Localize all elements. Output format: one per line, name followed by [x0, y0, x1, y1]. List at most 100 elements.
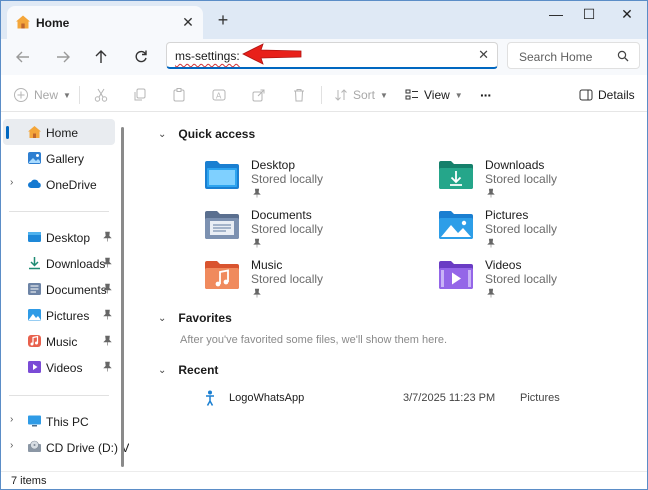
pin-icon	[103, 231, 112, 242]
sidebar-item-label: Pictures	[46, 309, 90, 323]
sidebar-item-home[interactable]: Home	[3, 119, 115, 145]
annotation-arrow-icon	[242, 43, 302, 65]
sidebar-scrollbar[interactable]	[121, 127, 124, 467]
sidebar-item-desktop[interactable]: Desktop	[3, 224, 115, 250]
chevron-right-icon[interactable]: ›	[10, 414, 13, 425]
sidebar-item-onedrive[interactable]: › OneDrive	[3, 171, 115, 197]
section-quick-access[interactable]: ⌄ Quick access	[158, 125, 255, 143]
recent-file-name: LogoWhatsApp	[229, 392, 305, 404]
view-label: View	[424, 88, 450, 102]
sidebar-item-gallery[interactable]: Gallery	[3, 145, 115, 171]
sidebar-item-label: Videos	[46, 361, 83, 375]
up-button[interactable]	[89, 45, 113, 69]
pin-icon	[103, 283, 112, 294]
copy-icon[interactable]	[132, 87, 148, 103]
table-row[interactable]: LogoWhatsApp 3/7/2025 11:23 PM Pictures	[201, 389, 641, 407]
sidebar-item-label: Gallery	[46, 152, 85, 166]
paste-icon[interactable]	[171, 87, 187, 103]
section-title: Quick access	[178, 127, 256, 141]
music-folder-icon	[205, 261, 239, 289]
chevron-right-icon[interactable]: ›	[10, 177, 13, 188]
cut-icon[interactable]	[93, 87, 109, 103]
section-recent[interactable]: ⌄ Recent	[158, 361, 218, 379]
item-name: Music	[251, 258, 283, 272]
navigation-bar: ms-settings: ✕ Search Home	[1, 39, 647, 75]
tab-home[interactable]: Home ✕	[7, 6, 203, 39]
selection-indicator	[6, 126, 9, 139]
section-title: Recent	[178, 363, 219, 377]
new-plus-icon	[14, 88, 28, 102]
clear-address-icon[interactable]: ✕	[478, 47, 489, 63]
new-tab-button[interactable]: +	[213, 11, 233, 31]
item-status: Stored locally	[251, 172, 324, 186]
minimize-button[interactable]: —	[538, 1, 574, 29]
quick-access-item-downloads[interactable]: Downloads Stored locally	[438, 156, 647, 202]
sidebar-item-label: Downloads	[46, 257, 106, 271]
search-box[interactable]: Search Home	[507, 42, 640, 69]
sidebar-item-cd-drive[interactable]: › CD Drive (D:) Vir	[3, 434, 129, 460]
videos-icon	[28, 361, 41, 373]
sort-icon	[335, 89, 347, 101]
up-arrow-icon	[95, 50, 107, 63]
pin-icon	[103, 361, 112, 372]
chevron-right-icon[interactable]: ›	[10, 440, 13, 451]
section-favorites[interactable]: ⌄ Favorites	[158, 309, 232, 327]
more-options-button[interactable]: ···	[480, 78, 492, 112]
sidebar-item-pictures[interactable]: Pictures	[3, 302, 115, 328]
sidebar-item-documents[interactable]: Documents	[3, 276, 115, 302]
back-button[interactable]	[11, 45, 35, 69]
new-label: New	[34, 88, 59, 102]
command-bar: New ▼ A Sort ▼ View ▼ ··· Details	[1, 78, 647, 112]
item-name: Downloads	[485, 158, 545, 172]
quick-access-item-videos[interactable]: Videos Stored locally	[438, 256, 647, 302]
close-tab-icon[interactable]: ✕	[179, 13, 197, 31]
delete-icon[interactable]	[291, 87, 307, 103]
view-button[interactable]: View ▼	[405, 78, 463, 112]
refresh-icon	[135, 50, 147, 63]
search-input[interactable]: Search Home	[519, 50, 592, 64]
sidebar-item-downloads[interactable]: Downloads	[3, 250, 115, 276]
file-explorer-window: Home ✕ + — ☐ ✕ ms-settings: ✕ Search Hom…	[0, 0, 648, 490]
maximize-button[interactable]: ☐	[571, 1, 607, 29]
quick-access-item-music[interactable]: Music Stored locally	[204, 256, 424, 302]
sidebar-item-videos[interactable]: Videos	[3, 354, 115, 380]
chevron-down-icon[interactable]: ⌄	[158, 313, 166, 324]
main-content: ⌄ Quick access Desktop Stored locally Do…	[131, 113, 647, 471]
view-icon	[405, 89, 418, 100]
chevron-down-icon: ▼	[380, 90, 388, 100]
forward-button[interactable]	[51, 45, 75, 69]
section-title: Favorites	[178, 311, 232, 325]
favorites-empty-message: After you've favorited some files, we'll…	[180, 334, 448, 346]
chevron-down-icon[interactable]: ⌄	[158, 129, 166, 140]
item-status: Stored locally	[485, 222, 558, 236]
pin-icon	[487, 188, 495, 198]
item-status: Stored locally	[251, 222, 324, 236]
details-button[interactable]: Details	[579, 78, 635, 112]
svg-text:A: A	[216, 92, 222, 101]
chevron-down-icon: ▼	[63, 90, 71, 100]
sidebar-item-label: Music	[46, 335, 78, 349]
downloads-folder-icon	[439, 161, 473, 189]
details-label: Details	[598, 88, 635, 102]
music-icon	[28, 335, 41, 347]
item-status: Stored locally	[485, 272, 558, 286]
chevron-down-icon[interactable]: ⌄	[158, 365, 166, 376]
close-window-button[interactable]: ✕	[609, 1, 645, 29]
quick-access-item-pictures[interactable]: Pictures Stored locally	[438, 206, 647, 252]
rename-icon[interactable]: A	[211, 87, 227, 103]
share-icon[interactable]	[251, 87, 267, 103]
cd-drive-icon	[28, 440, 41, 452]
quick-access-item-desktop[interactable]: Desktop Stored locally	[204, 156, 424, 202]
documents-icon	[28, 283, 41, 295]
sort-button[interactable]: Sort ▼	[334, 78, 388, 112]
address-input[interactable]: ms-settings:	[175, 49, 240, 63]
pin-icon	[103, 257, 112, 268]
sidebar-item-music[interactable]: Music	[3, 328, 115, 354]
sidebar-item-label: Desktop	[46, 231, 91, 245]
status-bar: 7 items	[1, 471, 647, 489]
address-bar[interactable]: ms-settings: ✕	[166, 42, 498, 69]
sidebar-item-this-pc[interactable]: › This PC	[3, 408, 115, 434]
quick-access-item-documents[interactable]: Documents Stored locally	[204, 206, 424, 252]
new-button[interactable]: New ▼	[13, 78, 71, 112]
refresh-button[interactable]	[129, 45, 153, 69]
